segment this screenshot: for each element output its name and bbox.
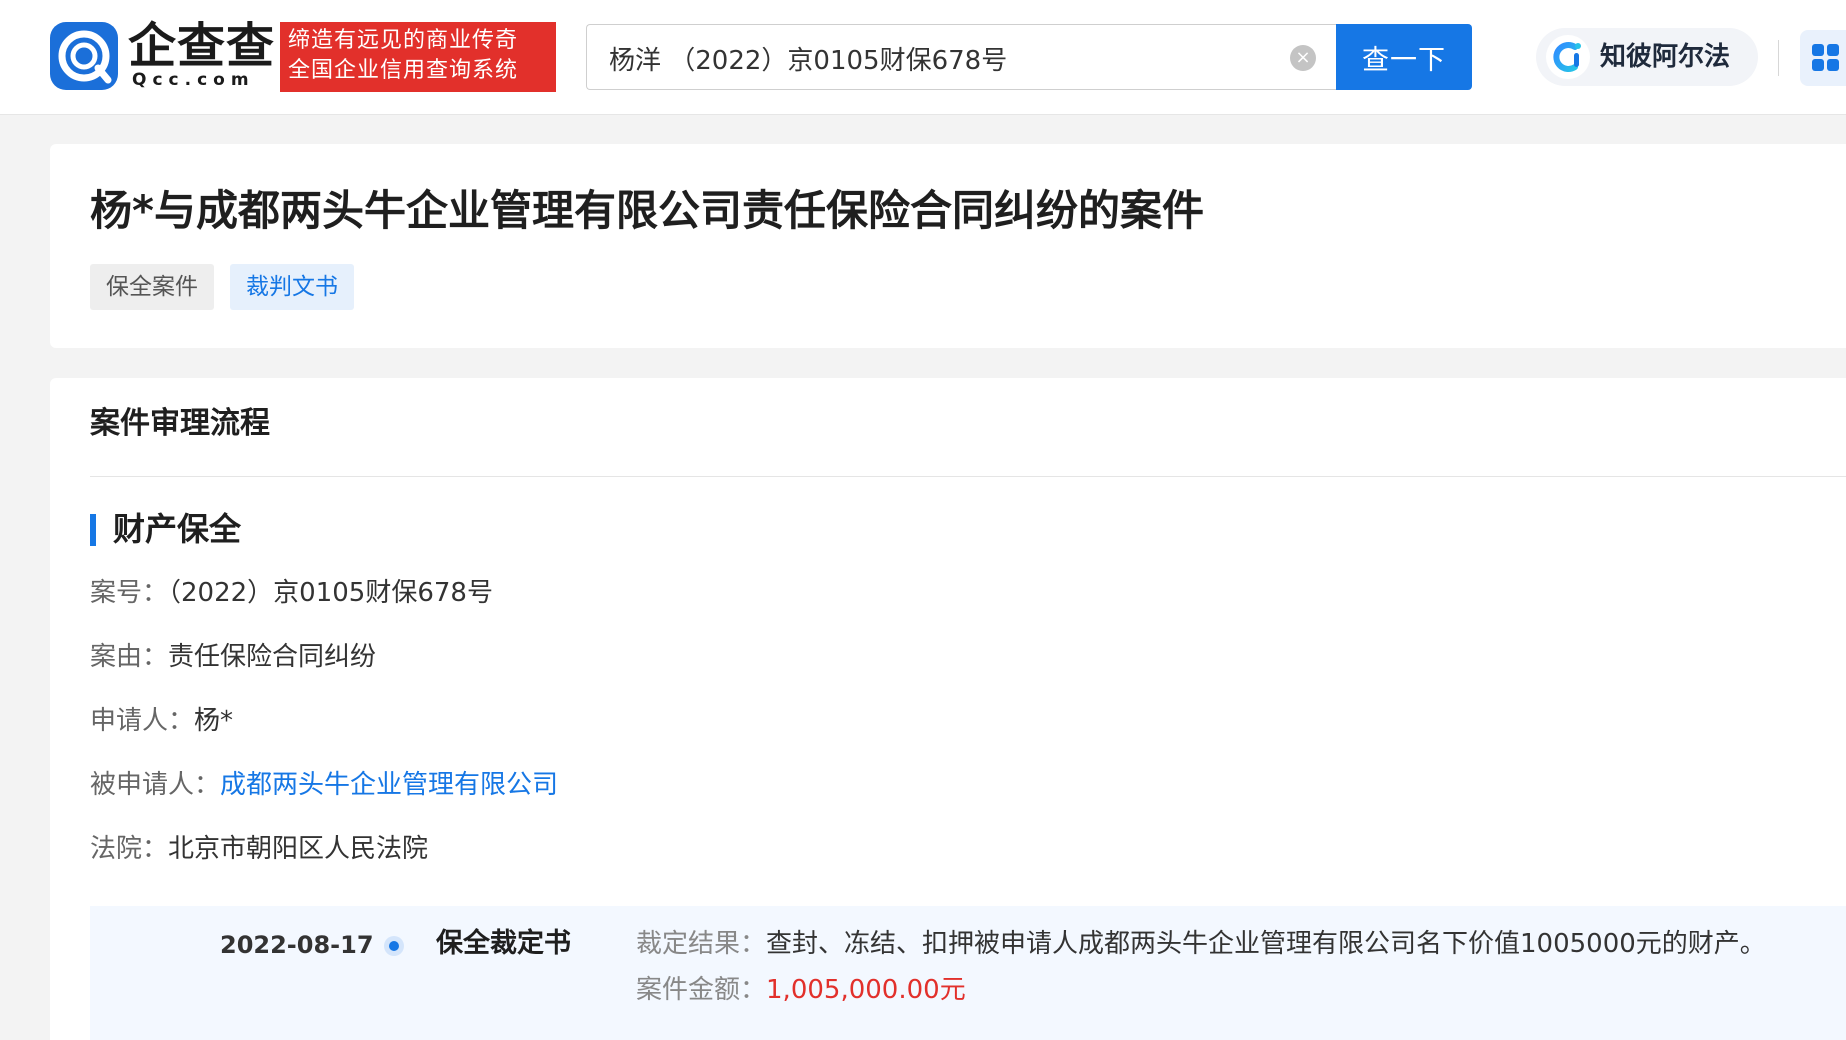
respondent-company-link[interactable]: 成都两头牛企业管理有限公司 [220, 770, 558, 800]
slogan-banner: 缔造有远见的商业传奇 全国企业信用查询系统 [280, 22, 556, 92]
alpha-ai-icon [1546, 35, 1590, 79]
field-case-cause: 案由：责任保险合同纠纷 [90, 639, 376, 675]
timeline-dot-icon [384, 936, 404, 956]
field-case-number: 案号：（2022）京0105财保678号 [90, 575, 493, 611]
court-label: 法院： [90, 834, 169, 864]
apps-grid-icon [1812, 44, 1842, 72]
case-amount-label: 案件金额： [636, 975, 767, 1005]
apps-button[interactable] [1800, 30, 1846, 86]
header-divider [1778, 40, 1779, 76]
sub-title-accent [90, 514, 96, 546]
ruling-result-value: 查封、冻结、扣押被申请人成都两头牛企业管理有限公司名下价值1005000元的财产… [766, 929, 1766, 959]
logo-name: 企查查 [128, 18, 276, 74]
timeline-doc-type[interactable]: 保全裁定书 [436, 926, 571, 962]
ruling-result-label: 裁定结果： [636, 929, 767, 959]
case-process-card: 案件审理流程 财产保全 案号：（2022）京0105财保678号 案由：责任保险… [50, 378, 1846, 1040]
alpha-button[interactable]: 知彼阿尔法 [1536, 28, 1758, 86]
section-divider [90, 476, 1846, 477]
sub-title: 财产保全 [113, 510, 242, 548]
tag-judgment-document[interactable]: 裁判文书 [230, 264, 354, 310]
search-input[interactable] [607, 35, 1261, 81]
field-respondent: 被申请人：成都两头牛企业管理有限公司 [90, 767, 558, 803]
case-amount: 案件金额：1,005,000.00元 [636, 972, 966, 1008]
case-number-label: 案号： [90, 578, 169, 608]
tag-preservation-case[interactable]: 保全案件 [90, 264, 214, 310]
alpha-label: 知彼阿尔法 [1600, 42, 1731, 72]
case-cause-label: 案由： [90, 642, 169, 672]
search-button[interactable]: 查一下 [1336, 24, 1472, 90]
clear-icon[interactable]: × [1290, 45, 1316, 71]
timeline-entry: 2022-08-17 保全裁定书 裁定结果：查封、冻结、扣押被申请人成都两头牛企… [90, 906, 1846, 1040]
field-applicant: 申请人：杨* [90, 703, 233, 739]
field-court: 法院：北京市朝阳区人民法院 [90, 831, 428, 867]
case-amount-value: 1,005,000.00元 [766, 975, 966, 1005]
court-value: 北京市朝阳区人民法院 [168, 834, 429, 864]
qcc-logo-icon [50, 22, 118, 90]
slogan-line-1: 缔造有远见的商业传奇 [288, 28, 519, 53]
case-number-value: （2022）京0105财保678号 [168, 578, 493, 608]
applicant-label: 申请人： [90, 706, 195, 736]
ruling-result: 裁定结果：查封、冻结、扣押被申请人成都两头牛企业管理有限公司名下价值100500… [636, 926, 1766, 962]
respondent-label: 被申请人： [90, 770, 221, 800]
search-box: × [586, 24, 1338, 90]
applicant-value: 杨* [194, 706, 234, 736]
site-logo[interactable]: 企查查 Qcc.com 缔造有远见的商业传奇 全国企业信用查询系统 [50, 18, 556, 92]
top-header: 企查查 Qcc.com 缔造有远见的商业传奇 全国企业信用查询系统 × 查一下 [0, 0, 1846, 115]
case-title-card: 杨*与成都两头牛企业管理有限公司责任保险合同纠纷的案件 保全案件 裁判文书 [50, 144, 1846, 348]
section-title: 案件审理流程 [90, 406, 270, 441]
timeline-date: 2022-08-17 [220, 931, 374, 959]
slogan-line-2: 全国企业信用查询系统 [288, 58, 519, 83]
case-title: 杨*与成都两头牛企业管理有限公司责任保险合同纠纷的案件 [90, 186, 1204, 235]
logo-domain: Qcc.com [132, 70, 255, 90]
case-cause-value: 责任保险合同纠纷 [168, 642, 377, 672]
